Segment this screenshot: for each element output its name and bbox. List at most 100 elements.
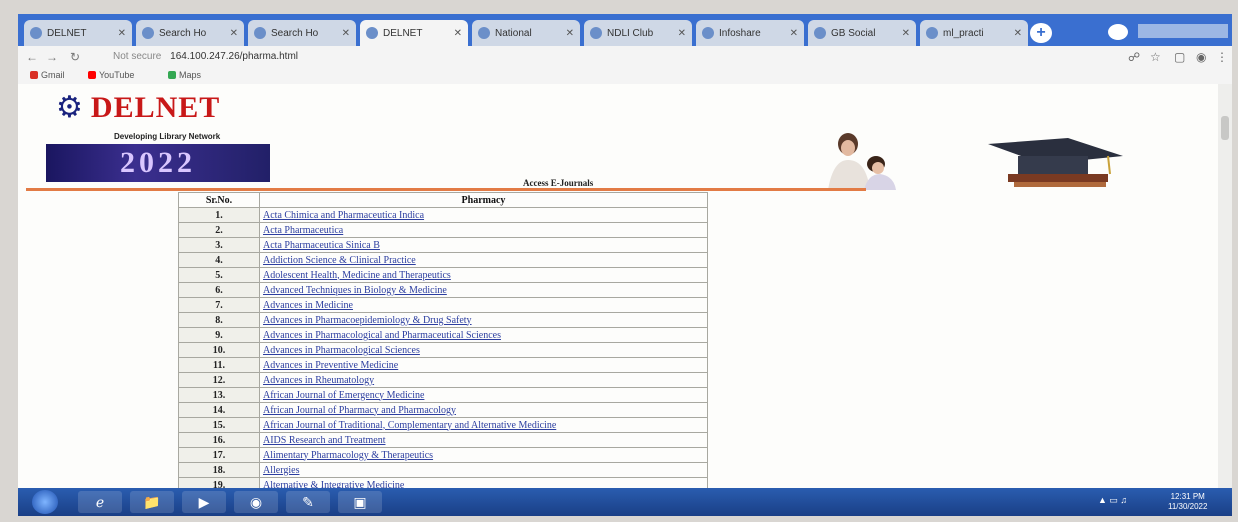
- scrollbar-thumb[interactable]: [1221, 116, 1229, 140]
- journal-link[interactable]: Advances in Preventive Medicine: [259, 357, 708, 373]
- table-row: 10. Advances in Pharmacological Sciences: [178, 342, 708, 358]
- table-row: 14. African Journal of Pharmacy and Pharm…: [178, 402, 708, 418]
- journal-link[interactable]: Alternative & Integrative Medicine: [259, 477, 708, 488]
- tab-6[interactable]: Infoshare ✕: [696, 20, 804, 46]
- bookmark-2[interactable]: Maps: [168, 70, 201, 80]
- sr-no-header: Sr.No.: [178, 192, 260, 208]
- tab-4[interactable]: National ✕: [472, 20, 580, 46]
- web-page: ⚙ DELNET Developing Library Network 2022…: [18, 84, 1218, 488]
- tab-close-icon[interactable]: ✕: [1014, 28, 1022, 39]
- tab-close-icon[interactable]: ✕: [118, 28, 126, 39]
- journal-link[interactable]: Advances in Pharmacological Sciences: [259, 342, 708, 358]
- table-row: 3. Acta Pharmaceutica Sinica B: [178, 237, 708, 253]
- serial-number-cell: 16.: [178, 432, 260, 448]
- tab-close-icon[interactable]: ✕: [790, 28, 798, 39]
- window-controls[interactable]: [1138, 24, 1228, 38]
- tab-0[interactable]: DELNET ✕: [24, 20, 132, 46]
- table-row: 4. Addiction Science & Clinical Practice: [178, 252, 708, 268]
- forward-icon[interactable]: →: [46, 50, 58, 64]
- share-icon[interactable]: ☍: [1128, 50, 1140, 64]
- tab-favicon-icon: [142, 27, 154, 39]
- tab-close-icon[interactable]: ✕: [342, 28, 350, 39]
- journal-link[interactable]: Advances in Rheumatology: [259, 372, 708, 388]
- tab-search-icon[interactable]: ▢: [1174, 50, 1185, 64]
- chrome-taskbar-icon[interactable]: ◉: [234, 491, 278, 513]
- tab-2[interactable]: Search Ho ✕: [248, 20, 356, 46]
- journal-link[interactable]: Acta Chimica and Pharmaceutica Indica: [259, 207, 708, 223]
- serial-number-cell: 7.: [178, 297, 260, 313]
- journal-link[interactable]: Advances in Pharmacological and Pharmace…: [259, 327, 708, 343]
- journal-link[interactable]: African Journal of Pharmacy and Pharmaco…: [259, 402, 708, 418]
- journal-link[interactable]: AIDS Research and Treatment: [259, 432, 708, 448]
- journal-link[interactable]: Addiction Science & Clinical Practice: [259, 252, 708, 268]
- system-tray[interactable]: ▲ ▭ ♫: [1098, 495, 1127, 506]
- ie-taskbar-icon[interactable]: ℯ: [78, 491, 122, 513]
- tab-close-icon[interactable]: ✕: [230, 28, 238, 39]
- media-player-taskbar-icon[interactable]: ▶: [182, 491, 226, 513]
- tab-close-icon[interactable]: ✕: [678, 28, 686, 39]
- graduation-cap-image: [988, 138, 1123, 187]
- journal-link[interactable]: Allergies: [259, 462, 708, 478]
- page-scrollbar[interactable]: [1218, 84, 1232, 488]
- tab-7[interactable]: GB Social ✕: [808, 20, 916, 46]
- table-row: 16. AIDS Research and Treatment: [178, 432, 708, 448]
- tab-favicon-icon: [478, 27, 490, 39]
- tab-1[interactable]: Search Ho ✕: [136, 20, 244, 46]
- paint-taskbar-icon[interactable]: ✎: [286, 491, 330, 513]
- table-row: 15. African Journal of Traditional, Compl…: [178, 417, 708, 433]
- start-button[interactable]: [32, 490, 58, 514]
- table-row: 11. Advances in Preventive Medicine: [178, 357, 708, 373]
- journal-link[interactable]: African Journal of Emergency Medicine: [259, 387, 708, 403]
- bookmark-label: Gmail: [41, 70, 65, 80]
- journal-link[interactable]: Acta Pharmaceutica: [259, 222, 708, 238]
- tab-close-icon[interactable]: ✕: [902, 28, 910, 39]
- profile-avatar[interactable]: [1108, 24, 1128, 40]
- journal-link[interactable]: Acta Pharmaceutica Sinica B: [259, 237, 708, 253]
- pharmacy-header: Pharmacy: [259, 192, 708, 208]
- bookmark-1[interactable]: YouTube: [88, 70, 134, 80]
- tab-5[interactable]: NDLI Club ✕: [584, 20, 692, 46]
- tab-3[interactable]: DELNET ✕: [360, 20, 468, 46]
- table-row: 13. African Journal of Emergency Medicine: [178, 387, 708, 403]
- clock-time: 12:31 PM: [1170, 492, 1205, 501]
- browser-window: + DELNET ✕ Search Ho ✕ Search Ho ✕ DELNET ✕ Nati…: [18, 14, 1232, 516]
- journal-link[interactable]: Alimentary Pharmacology & Therapeutics: [259, 447, 708, 463]
- serial-number-cell: 18.: [178, 462, 260, 478]
- journal-link[interactable]: African Journal of Traditional, Compleme…: [259, 417, 708, 433]
- delnet-logo[interactable]: ⚙ DELNET: [56, 90, 220, 125]
- serial-number-cell: 5.: [178, 267, 260, 283]
- serial-number-cell: 19.: [178, 477, 260, 488]
- bookmark-star-icon[interactable]: ☆: [1150, 50, 1161, 64]
- header-divider: [26, 188, 866, 191]
- new-tab-button[interactable]: +: [1030, 23, 1052, 43]
- tab-8[interactable]: ml_practi ✕: [920, 20, 1028, 46]
- serial-number-cell: 8.: [178, 312, 260, 328]
- back-icon[interactable]: ←: [26, 50, 38, 64]
- serial-number-cell: 14.: [178, 402, 260, 418]
- serial-number-cell: 12.: [178, 372, 260, 388]
- serial-number-cell: 10.: [178, 342, 260, 358]
- explorer-taskbar-icon[interactable]: 📁: [130, 491, 174, 513]
- reload-icon[interactable]: ↻: [70, 50, 80, 64]
- bookmark-favicon-icon: [168, 71, 176, 79]
- journal-link[interactable]: Adolescent Health, Medicine and Therapeu…: [259, 267, 708, 283]
- journal-link[interactable]: Advanced Techniques in Biology & Medicin…: [259, 282, 708, 298]
- taskbar-clock[interactable]: 12:31 PM 11/30/2022: [1168, 492, 1207, 512]
- journal-link[interactable]: Advances in Pharmacoepidemiology & Drug …: [259, 312, 708, 328]
- gear-logo-icon: ⚙: [56, 91, 83, 124]
- page-title: Access E-Journals: [523, 178, 594, 188]
- tab-close-icon[interactable]: ✕: [454, 28, 462, 39]
- extensions-icon[interactable]: ◉: [1196, 50, 1206, 64]
- tab-label: GB Social: [831, 27, 876, 39]
- app-taskbar-icon[interactable]: ▣: [338, 491, 382, 513]
- address-toolbar: ← → ↻ Not secure 164.100.247.26/pharma.h…: [18, 46, 1232, 68]
- tab-close-icon[interactable]: ✕: [566, 28, 574, 39]
- journal-link[interactable]: Advances in Medicine: [259, 297, 708, 313]
- table-row: 12. Advances in Rheumatology: [178, 372, 708, 388]
- bookmark-0[interactable]: Gmail: [30, 70, 65, 80]
- serial-number-cell: 1.: [178, 207, 260, 223]
- address-bar[interactable]: Not secure 164.100.247.26/pharma.html: [113, 49, 993, 65]
- tab-label: Infoshare: [719, 27, 761, 39]
- table-row: 2. Acta Pharmaceutica: [178, 222, 708, 238]
- menu-icon[interactable]: ⋮: [1216, 50, 1228, 64]
